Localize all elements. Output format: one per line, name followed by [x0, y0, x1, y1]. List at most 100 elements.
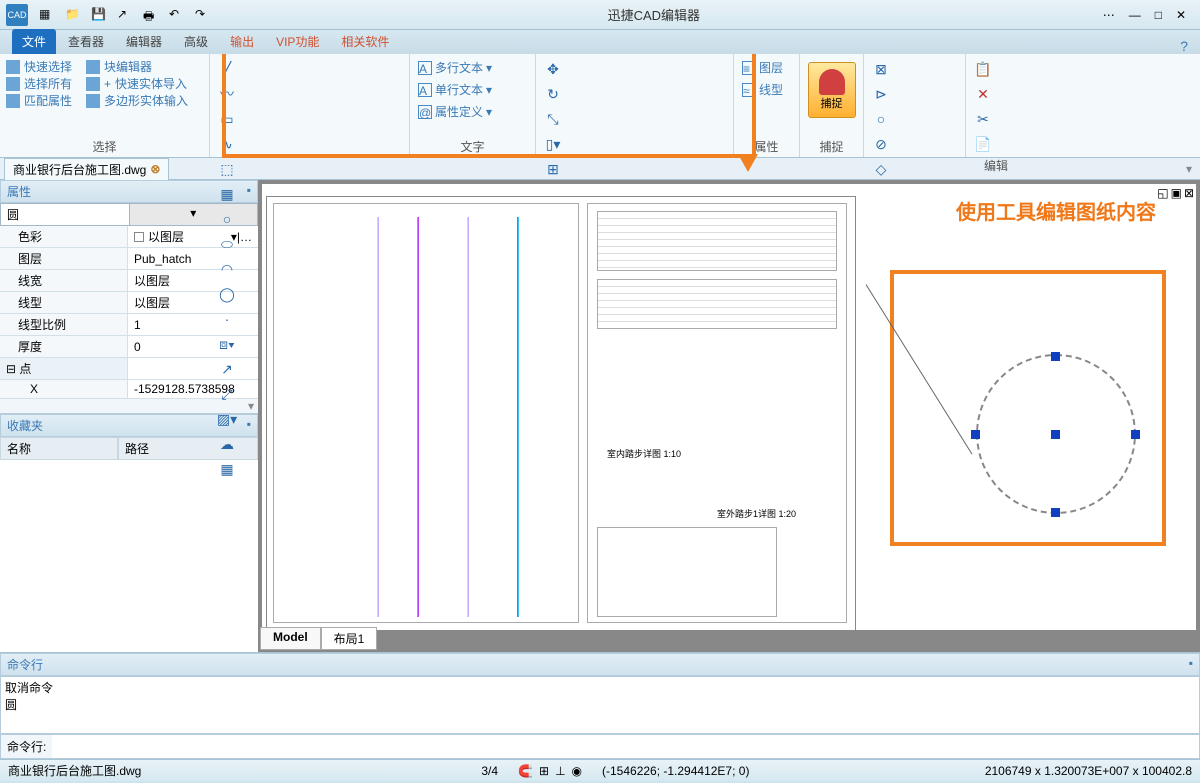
status-toggles: 🧲 ⊞ ⊥ ◉: [518, 764, 582, 778]
group-select: 快速选择 选择所有 匹配属性 块编辑器 +快速实体导入 多边形实体输入 选择: [0, 54, 210, 157]
minimize-button[interactable]: —: [1129, 8, 1141, 22]
open-icon[interactable]: 📁: [65, 7, 81, 23]
circle-icon[interactable]: ○: [216, 208, 238, 230]
point-icon[interactable]: ·: [216, 308, 238, 330]
ellipse-icon[interactable]: ⬭: [216, 233, 238, 255]
hatch-icon[interactable]: ▦: [216, 183, 238, 205]
snap-button[interactable]: 捕捉: [808, 62, 856, 118]
attrdef-button[interactable]: @属性定义▾: [416, 102, 529, 121]
view-close-icon[interactable]: ⊠: [1184, 186, 1194, 200]
maximize-button[interactable]: □: [1155, 8, 1162, 22]
export-icon[interactable]: ↗: [117, 7, 133, 23]
delete-icon[interactable]: ✕: [972, 83, 994, 105]
snap-quad-icon[interactable]: ◇: [870, 158, 892, 180]
spline-icon[interactable]: ∿: [216, 133, 238, 155]
mirror-icon[interactable]: ▯▾: [542, 133, 564, 155]
tab-vip[interactable]: VIP功能: [266, 29, 329, 54]
fast-import-button[interactable]: +快速实体导入: [86, 75, 188, 92]
group-tools: ✥ ↻ ⤡ ▯▾ ⊞ ⧉ ✂ ⟶ ⌒ ◿ ⎋ ⧂ ✴ ≡ ⟂ ⊢ ⧉ ↔ 工具: [536, 54, 734, 157]
dropdown-icon[interactable]: ▾: [1186, 162, 1192, 176]
snap-icon: [819, 69, 845, 95]
help-icon[interactable]: ?: [1180, 38, 1188, 54]
cut-icon[interactable]: ✂: [972, 108, 994, 130]
region-icon[interactable]: ⬚: [216, 158, 238, 180]
drawing-canvas[interactable]: 室内踏步详图 1:10 室外踏步1详图 1:20 使用工具编辑图纸内容 ◱ ▣ …: [262, 184, 1196, 630]
mtext-button[interactable]: A多行文本▾: [416, 58, 529, 77]
copy-icon[interactable]: 📋: [972, 58, 994, 80]
move-icon[interactable]: ✥: [542, 58, 564, 80]
ring-icon[interactable]: ◯: [216, 283, 238, 305]
tab-output[interactable]: 输出: [220, 29, 264, 54]
snap-mid-icon[interactable]: ⊳: [870, 83, 892, 105]
sheet-tabs: Model 布局1: [260, 627, 377, 650]
close-button[interactable]: ✕: [1176, 8, 1186, 22]
poly-input-button[interactable]: 多边形实体输入: [86, 92, 188, 109]
doc-tab-label: 商业银行后台施工图.dwg: [13, 161, 146, 178]
stext-button[interactable]: A单行文本▾: [416, 80, 529, 99]
quick-select-button[interactable]: 快速选择: [6, 58, 72, 75]
status-filename: 商业银行后台施工图.dwg: [8, 762, 141, 779]
xline-icon[interactable]: ⤢: [216, 383, 238, 405]
quick-access-toolbar: ▦ 📁 💾 ↗ 🖶 ↶ ↷: [31, 7, 219, 23]
polar-toggle[interactable]: ◉: [572, 764, 582, 778]
tab-editor[interactable]: 编辑器: [116, 29, 172, 54]
scale-icon[interactable]: ⤡: [542, 108, 564, 130]
main-area: 属性▪ 圆▾ 色彩以图层▾|… 图层Pub_hatch 线宽以图层 线型以图层 …: [0, 180, 1200, 652]
snap-node-icon[interactable]: ⊘: [870, 133, 892, 155]
group-snap: 捕捉 捕捉: [800, 54, 864, 157]
more-icon[interactable]: ⋯: [1103, 8, 1115, 22]
command-input[interactable]: [52, 735, 1199, 758]
group-text: A多行文本▾ A单行文本▾ @属性定义▾ 文字: [410, 54, 536, 157]
print-icon[interactable]: 🖶: [143, 7, 159, 23]
rotate-icon[interactable]: ↻: [542, 83, 564, 105]
redo-icon[interactable]: ↷: [195, 7, 211, 23]
snap-end-icon[interactable]: ⊠: [870, 58, 892, 80]
command-log: 取消命令 圆: [0, 676, 1200, 734]
sheet-layout1[interactable]: 布局1: [321, 627, 378, 650]
group-snap2: ⊠⊳○⊘ ◇▢▭⊡ ⊥○✕∥ 捕捉: [864, 54, 966, 157]
pin-icon[interactable]: ▪: [1189, 656, 1193, 673]
save-icon[interactable]: 💾: [91, 7, 107, 23]
sheet-model[interactable]: Model: [260, 627, 321, 650]
block-icon[interactable]: ⧈▾: [216, 333, 238, 355]
paste-icon[interactable]: 📄: [972, 133, 994, 155]
tab-viewer[interactable]: 查看器: [58, 29, 114, 54]
select-all-button[interactable]: 选择所有: [6, 75, 72, 92]
doc-tab[interactable]: 商业银行后台施工图.dwg ⊗: [4, 158, 169, 180]
grid-toggle[interactable]: ⊞: [539, 764, 549, 778]
pattern-icon[interactable]: ▨▾: [216, 408, 238, 430]
line-icon[interactable]: ╱: [216, 58, 238, 80]
ribbon: 快速选择 选择所有 匹配属性 块编辑器 +快速实体导入 多边形实体输入 选择 ╱…: [0, 54, 1200, 158]
tab-advanced[interactable]: 高级: [174, 29, 218, 54]
snap-cen-icon[interactable]: ○: [870, 108, 892, 130]
match-props-button[interactable]: 匹配属性: [6, 92, 72, 109]
arc-icon[interactable]: ◠: [216, 258, 238, 280]
layer-button[interactable]: ≡图层: [740, 58, 793, 77]
rect-icon[interactable]: ▭: [216, 108, 238, 130]
command-area: 命令行▪ 取消命令 圆 命令行:: [0, 652, 1200, 759]
array-icon[interactable]: ⊞: [542, 158, 564, 180]
undo-icon[interactable]: ↶: [169, 7, 185, 23]
group-label: 编辑: [972, 155, 1020, 174]
linetype-button[interactable]: ≈线型: [740, 80, 793, 99]
new-icon[interactable]: ▦: [39, 7, 55, 23]
view-restore-icon[interactable]: ◱: [1157, 186, 1168, 200]
ortho-toggle[interactable]: ⊥: [555, 764, 565, 778]
window-buttons: ⋯ — □ ✕: [1089, 8, 1200, 22]
block-editor-button[interactable]: 块编辑器: [86, 58, 188, 75]
status-page: 3/4: [481, 764, 498, 778]
cmd-header: 命令行▪: [0, 653, 1200, 676]
tab-related[interactable]: 相关软件: [331, 29, 399, 54]
group-label: 捕捉: [806, 136, 857, 155]
view-max-icon[interactable]: ▣: [1171, 186, 1182, 200]
ray-icon[interactable]: ↗: [216, 358, 238, 380]
polyline-icon[interactable]: 〰: [216, 83, 238, 105]
group-draw: ╱ 〰 ▭ ∿ ⬚ ▦ ○ ⬭ ◠ ◯ · ⧈▾ ↗ ⤢ ▨▾ ☁ ▦ 绘制: [210, 54, 410, 157]
osnap-toggle[interactable]: 🧲: [518, 764, 533, 778]
table-icon[interactable]: ▦: [216, 458, 238, 480]
tab-file[interactable]: 文件: [12, 29, 56, 54]
doc-close-icon[interactable]: ⊗: [150, 162, 160, 176]
group-label: 文字: [416, 136, 529, 155]
cloud-icon[interactable]: ☁: [216, 433, 238, 455]
app-title: 迅捷CAD编辑器: [219, 5, 1089, 24]
